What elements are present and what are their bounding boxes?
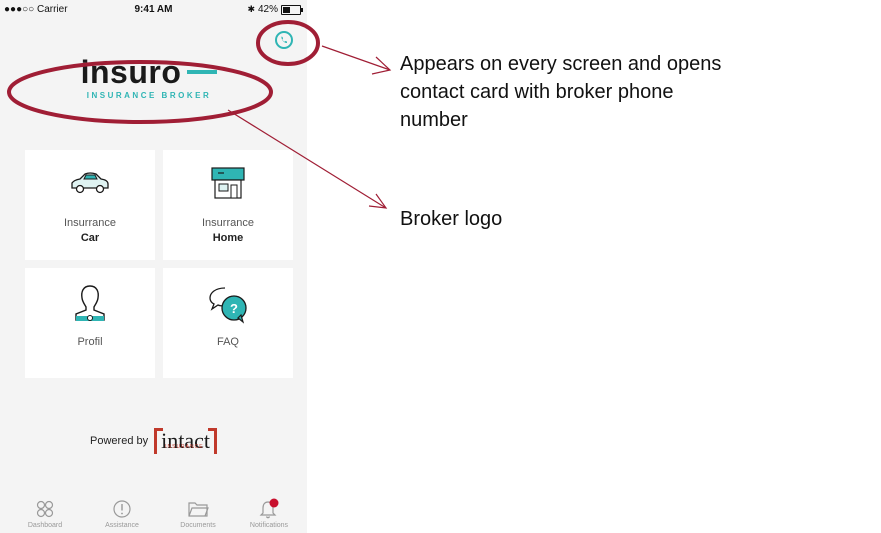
phone-highlight-ellipse — [256, 20, 320, 66]
phone-callout-line — [321, 45, 391, 71]
phone-callout-arrowhead — [371, 56, 392, 75]
phone-annotation-line: number — [400, 109, 468, 131]
phone-annotation: Appears on every screen and opens contac… — [400, 50, 721, 134]
logo-callout-line — [227, 109, 387, 209]
phone-annotation-line: contact card with broker phone — [400, 81, 674, 103]
logo-annotation: Broker logo — [400, 208, 503, 230]
phone-annotation-line: Appears on every screen and opens — [400, 53, 722, 75]
